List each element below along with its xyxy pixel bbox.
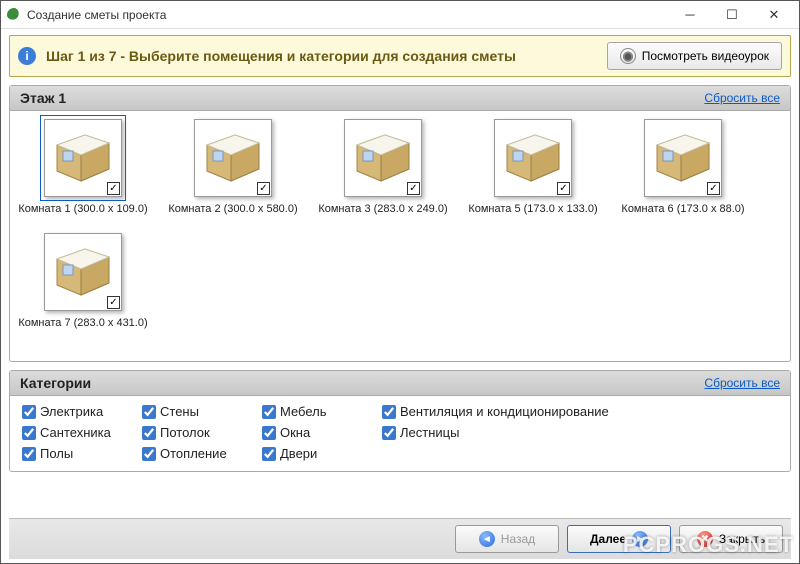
room-thumbnail[interactable]: ✓ (44, 119, 122, 197)
watch-video-button[interactable]: Посмотреть видеоурок (607, 42, 782, 70)
minimize-button[interactable]: ─ (669, 2, 711, 28)
categories-reset-link[interactable]: Сбросить все (704, 376, 780, 390)
step-text: Шаг 1 из 7 - Выберите помещения и катего… (46, 48, 607, 64)
app-icon (7, 8, 21, 22)
category-checkbox[interactable] (262, 405, 276, 419)
category-label: Потолок (160, 425, 210, 440)
category-label: Отопление (160, 446, 227, 461)
categories-title: Категории (20, 375, 704, 391)
category-checkbox[interactable] (142, 447, 156, 461)
room-checkbox[interactable]: ✓ (707, 182, 720, 195)
category-checkbox[interactable] (22, 447, 36, 461)
category-label: Мебель (280, 404, 327, 419)
close-window-button[interactable]: ✕ (753, 2, 795, 28)
category-item[interactable]: Полы (22, 446, 122, 461)
categories-grid: Электрика Стены Мебель Вентиляция и кондици… (22, 404, 778, 461)
window-title: Создание сметы проекта (27, 8, 669, 22)
category-label: Сантехника (40, 425, 111, 440)
room-checkbox[interactable]: ✓ (257, 182, 270, 195)
window-controls: ─ ☐ ✕ (669, 2, 795, 28)
room-item[interactable]: ✓ Комната 7 (283.0 x 431.0) (18, 233, 148, 329)
room-checkbox[interactable]: ✓ (557, 182, 570, 195)
floor-panel: Этаж 1 Сбросить все ✓ Комната 1 (300.0 x … (9, 85, 791, 362)
room-item[interactable]: ✓ Комната 1 (300.0 x 109.0) (18, 119, 148, 215)
category-label: Двери (280, 446, 317, 461)
category-label: Стены (160, 404, 199, 419)
category-checkbox[interactable] (382, 426, 396, 440)
categories-panel: Категории Сбросить все Электрика Стены Меб… (9, 370, 791, 472)
rooms-body: ✓ Комната 1 (300.0 x 109.0) ✓ Комната 2 (30… (10, 111, 790, 361)
category-item[interactable]: Электрика (22, 404, 122, 419)
category-label: Лестницы (400, 425, 459, 440)
category-item[interactable]: Отопление (142, 446, 242, 461)
step-banner: i Шаг 1 из 7 - Выберите помещения и кате… (9, 35, 791, 77)
category-checkbox[interactable] (262, 426, 276, 440)
room-label: Комната 3 (283.0 x 249.0) (318, 203, 447, 215)
floor-title: Этаж 1 (20, 90, 704, 106)
floor-panel-header: Этаж 1 Сбросить все (10, 86, 790, 111)
camera-icon (620, 48, 636, 64)
category-item[interactable]: Мебель (262, 404, 362, 419)
room-thumbnail[interactable]: ✓ (644, 119, 722, 197)
room-thumbnail[interactable]: ✓ (44, 233, 122, 311)
room-item[interactable]: ✓ Комната 6 (173.0 x 88.0) (618, 119, 748, 215)
arrow-left-icon: ◄ (479, 531, 495, 547)
room-checkbox[interactable]: ✓ (107, 182, 120, 195)
category-checkbox[interactable] (262, 447, 276, 461)
category-checkbox[interactable] (22, 426, 36, 440)
category-label: Электрика (40, 404, 103, 419)
categories-panel-header: Категории Сбросить все (10, 371, 790, 396)
room-label: Комната 6 (173.0 x 88.0) (621, 203, 744, 215)
category-checkbox[interactable] (142, 405, 156, 419)
category-item[interactable]: Сантехника (22, 425, 122, 440)
info-icon: i (18, 47, 36, 65)
content-area: i Шаг 1 из 7 - Выберите помещения и кате… (1, 29, 799, 563)
room-item[interactable]: ✓ Комната 2 (300.0 x 580.0) (168, 119, 298, 215)
titlebar: Создание сметы проекта ─ ☐ ✕ (1, 1, 799, 29)
watch-video-label: Посмотреть видеоурок (642, 49, 769, 63)
room-label: Комната 7 (283.0 x 431.0) (18, 317, 147, 329)
next-label: Далее (590, 532, 626, 546)
categories-body: Электрика Стены Мебель Вентиляция и кондици… (10, 396, 790, 471)
back-button[interactable]: ◄ Назад (455, 525, 559, 553)
category-label: Окна (280, 425, 310, 440)
category-item[interactable]: Двери (262, 446, 362, 461)
room-label: Комната 5 (173.0 x 133.0) (468, 203, 597, 215)
back-label: Назад (501, 532, 535, 546)
room-item[interactable]: ✓ Комната 3 (283.0 x 249.0) (318, 119, 448, 215)
rooms-grid: ✓ Комната 1 (300.0 x 109.0) ✓ Комната 2 (30… (18, 119, 782, 329)
room-label: Комната 1 (300.0 x 109.0) (18, 203, 147, 215)
category-checkbox[interactable] (22, 405, 36, 419)
room-thumbnail[interactable]: ✓ (194, 119, 272, 197)
room-item[interactable]: ✓ Комната 5 (173.0 x 133.0) (468, 119, 598, 215)
category-label: Вентиляция и кондиционирование (400, 404, 609, 419)
room-checkbox[interactable]: ✓ (407, 182, 420, 195)
room-thumbnail[interactable]: ✓ (344, 119, 422, 197)
room-thumbnail[interactable]: ✓ (494, 119, 572, 197)
category-item[interactable]: Вентиляция и кондиционирование (382, 404, 778, 419)
category-item[interactable]: Стены (142, 404, 242, 419)
category-checkbox[interactable] (142, 426, 156, 440)
maximize-button[interactable]: ☐ (711, 2, 753, 28)
watermark: PCPROGS.NET (623, 532, 794, 558)
room-label: Комната 2 (300.0 x 580.0) (168, 203, 297, 215)
category-checkbox[interactable] (382, 405, 396, 419)
category-item[interactable]: Лестницы (382, 425, 778, 440)
room-checkbox[interactable]: ✓ (107, 296, 120, 309)
category-item[interactable]: Окна (262, 425, 362, 440)
floor-reset-link[interactable]: Сбросить все (704, 91, 780, 105)
main-window: Создание сметы проекта ─ ☐ ✕ i Шаг 1 из … (0, 0, 800, 564)
category-item[interactable]: Потолок (142, 425, 242, 440)
category-label: Полы (40, 446, 73, 461)
